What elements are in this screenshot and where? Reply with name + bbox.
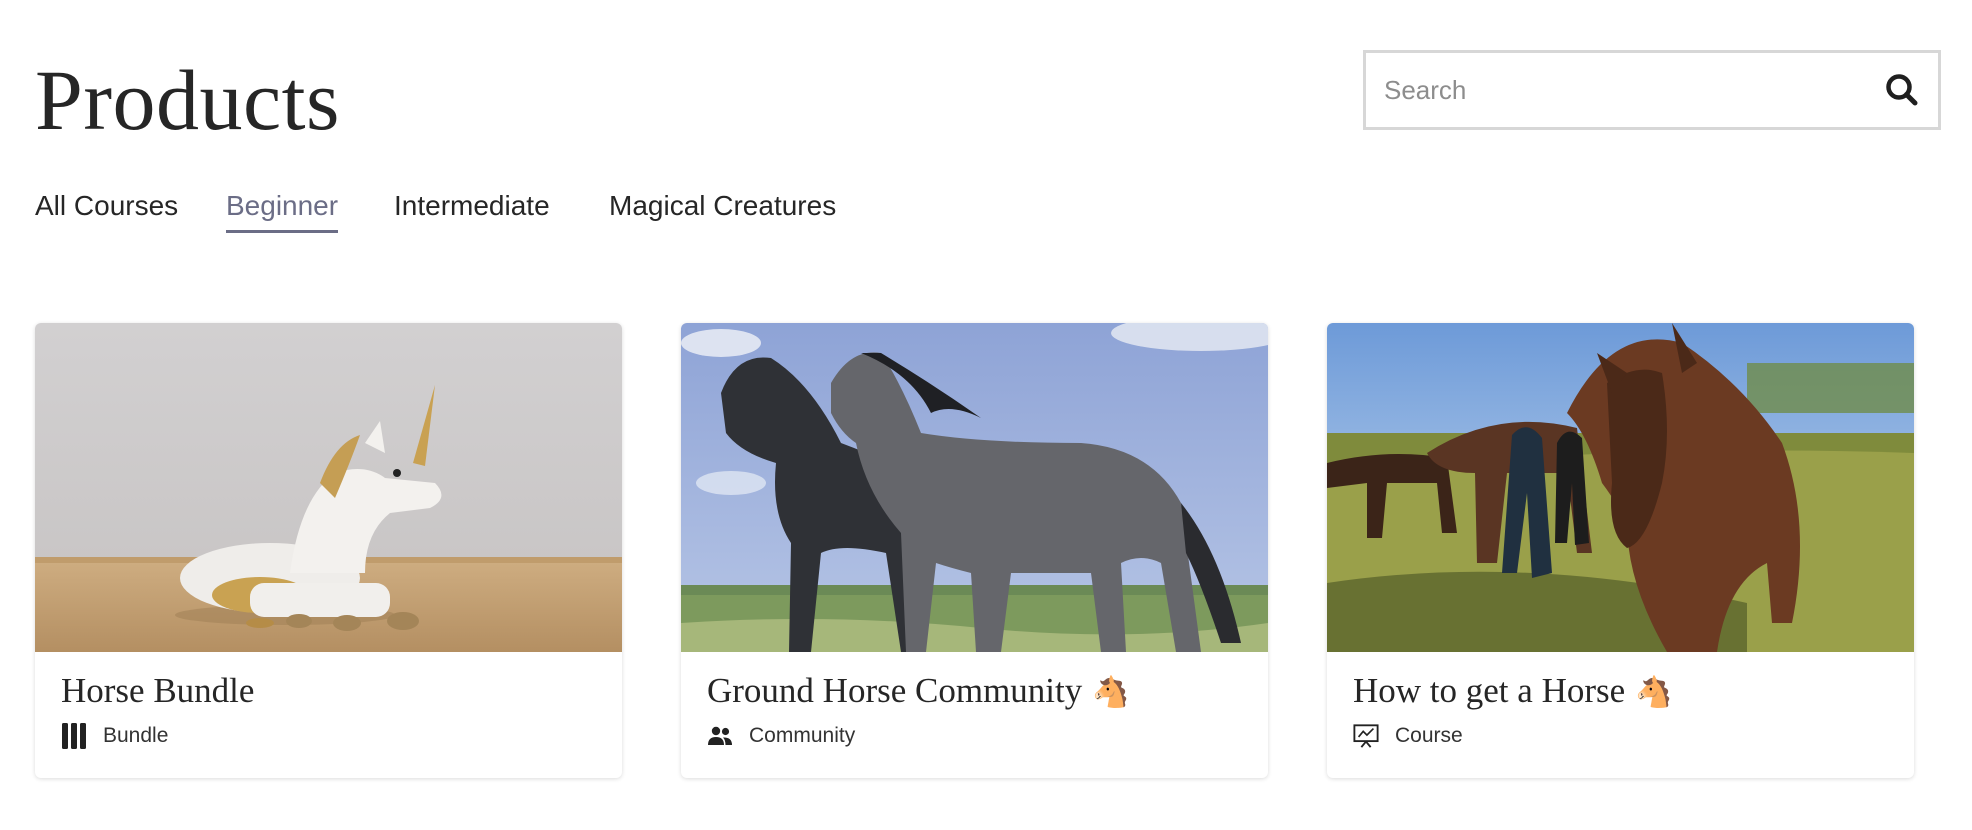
- search-button[interactable]: [1876, 64, 1928, 116]
- tab-all-courses[interactable]: All Courses: [35, 186, 178, 226]
- card-type-label: Bundle: [103, 724, 169, 747]
- search-icon: [1886, 74, 1918, 106]
- community-icon: [707, 723, 733, 749]
- search-input[interactable]: [1384, 53, 1854, 127]
- tab-label: Beginner: [226, 190, 339, 221]
- two-grey-horses-image: [681, 323, 1268, 652]
- horse-emoji-icon: 🐴: [1092, 676, 1130, 709]
- product-card-horse-bundle[interactable]: Horse Bundle Bundle: [35, 323, 622, 778]
- card-type: Community: [707, 721, 855, 751]
- card-title: Horse Bundle: [61, 671, 255, 710]
- tab-intermediate[interactable]: Intermediate: [394, 186, 550, 226]
- horse-emoji-icon: 🐴: [1635, 676, 1673, 709]
- bundle-icon: [61, 723, 87, 749]
- course-icon: [1353, 723, 1379, 749]
- tab-label: Intermediate: [394, 190, 550, 221]
- product-card-ground-horse-community[interactable]: Ground Horse Community 🐴 Community: [681, 323, 1268, 778]
- product-card-how-to-get-a-horse[interactable]: How to get a Horse 🐴 Course: [1327, 323, 1914, 778]
- tab-label: Magical Creatures: [609, 190, 837, 221]
- unicorn-figurine-image: [35, 323, 622, 652]
- card-type: Bundle: [61, 721, 168, 751]
- tab-label: All Courses: [35, 190, 179, 221]
- card-type: Course: [1353, 721, 1463, 751]
- tab-magical-creatures[interactable]: Magical Creatures: [609, 186, 836, 226]
- horses-in-pasture-image: [1327, 323, 1914, 652]
- active-tab-underline: [226, 230, 339, 233]
- tab-beginner[interactable]: Beginner: [226, 186, 339, 233]
- card-title: Ground Horse Community 🐴: [707, 671, 1130, 710]
- search-box[interactable]: [1363, 50, 1941, 130]
- card-title: How to get a Horse 🐴: [1353, 671, 1673, 710]
- page-title: Products: [35, 52, 340, 148]
- card-type-label: Course: [1395, 724, 1463, 747]
- card-type-label: Community: [749, 724, 856, 747]
